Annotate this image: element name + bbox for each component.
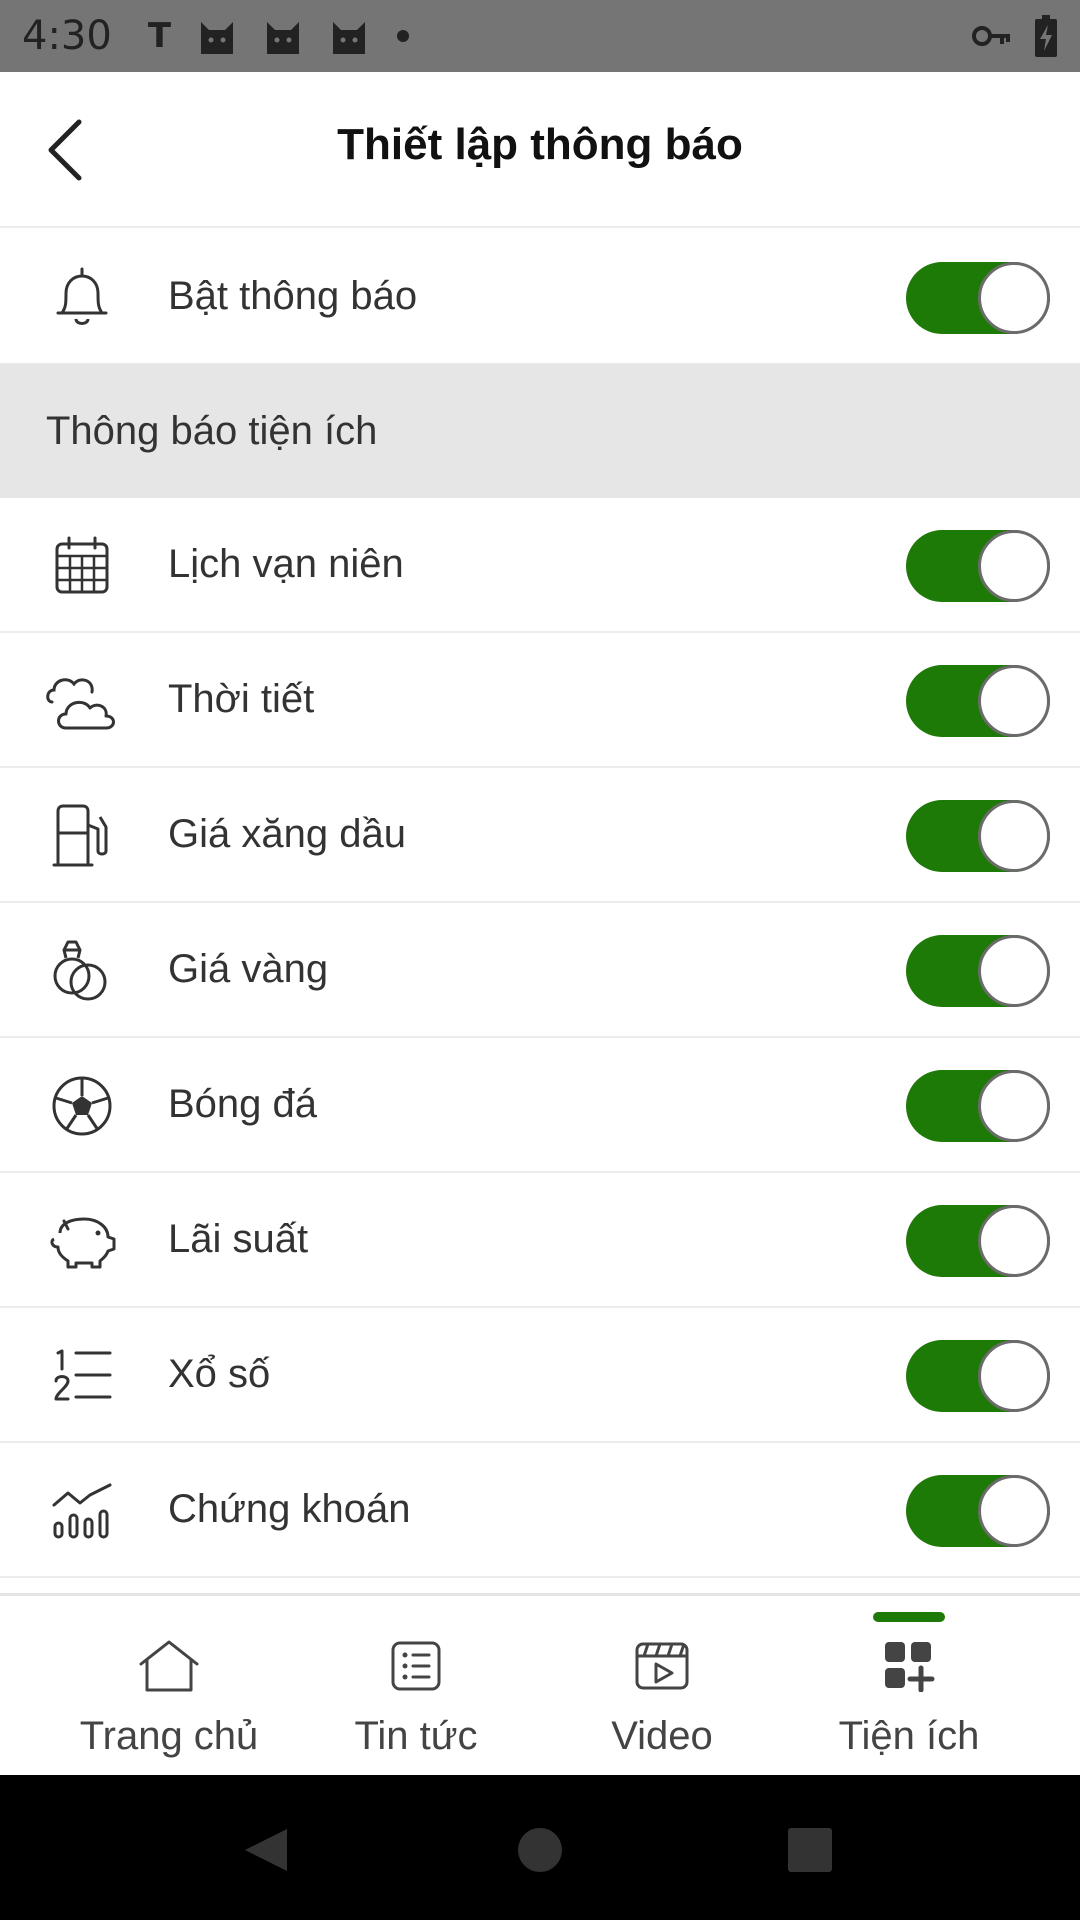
cat-icon bbox=[333, 22, 366, 54]
row-label: Giá vàng bbox=[168, 947, 329, 991]
row-enable-notifications[interactable]: Bật thông báo bbox=[0, 230, 1080, 365]
nav-home[interactable]: Trang chủ bbox=[46, 1596, 292, 1776]
row-label: Lịch vạn niên bbox=[168, 542, 404, 586]
calendar-icon bbox=[44, 532, 120, 600]
status-icons-left: T bbox=[148, 16, 411, 56]
soccer-ball-icon bbox=[44, 1072, 120, 1140]
circle-home-icon bbox=[518, 1828, 562, 1872]
triangle-back-icon bbox=[245, 1829, 287, 1871]
toggle-knob bbox=[978, 665, 1050, 737]
row-lai-suat[interactable]: Lãi suất bbox=[0, 1173, 1080, 1308]
nav-label: Tin tức bbox=[354, 1714, 478, 1758]
row-label: Xổ số bbox=[168, 1352, 271, 1396]
row-label: Bật thông báo bbox=[168, 274, 418, 318]
row-gia-vang[interactable]: Giá vàng bbox=[0, 903, 1080, 1038]
status-bar: 4:30 T bbox=[0, 0, 1080, 72]
section-header: Thông báo tiện ích bbox=[0, 364, 1080, 498]
bottom-nav: Trang chủ Tin tức Video Tiện ích bbox=[0, 1593, 1080, 1775]
dot-icon bbox=[397, 30, 410, 42]
row-lich-van-nien[interactable]: Lịch vạn niên bbox=[0, 498, 1080, 633]
row-label: Lãi suất bbox=[168, 1217, 309, 1261]
toggle-knob bbox=[978, 1070, 1050, 1142]
nav-label: Trang chủ bbox=[79, 1714, 259, 1758]
system-back-button[interactable] bbox=[236, 1820, 296, 1880]
row-chung-khoan[interactable]: Chứng khoán bbox=[0, 1443, 1080, 1578]
row-xo-so[interactable]: Xổ số bbox=[0, 1308, 1080, 1443]
cloud-icon bbox=[44, 667, 120, 735]
chung-khoan-toggle[interactable] bbox=[906, 1475, 1050, 1547]
app-header: Thiết lập thông báo bbox=[0, 72, 1080, 228]
stock-chart-icon bbox=[44, 1477, 120, 1545]
bong-da-toggle[interactable] bbox=[906, 1070, 1050, 1142]
section-title: Thông báo tiện ích bbox=[46, 409, 378, 453]
key-icon bbox=[972, 26, 1010, 46]
lai-suat-toggle[interactable] bbox=[906, 1205, 1050, 1277]
toggle-knob bbox=[978, 800, 1050, 872]
numbered-list-icon bbox=[44, 1342, 120, 1410]
row-label: Thời tiết bbox=[168, 677, 315, 721]
square-recents-icon bbox=[788, 1828, 832, 1872]
cat-icon bbox=[201, 22, 234, 54]
video-clapper-icon bbox=[539, 1636, 785, 1696]
nav-news[interactable]: Tin tức bbox=[293, 1596, 539, 1776]
thoi-tiet-toggle[interactable] bbox=[906, 665, 1050, 737]
gia-xang-dau-toggle[interactable] bbox=[906, 800, 1050, 872]
system-recents-button[interactable] bbox=[780, 1820, 840, 1880]
home-icon bbox=[46, 1636, 292, 1696]
row-label: Chứng khoán bbox=[168, 1487, 411, 1531]
grid-plus-icon bbox=[786, 1636, 1032, 1696]
system-nav-bar bbox=[0, 1775, 1080, 1920]
gia-vang-toggle[interactable] bbox=[906, 935, 1050, 1007]
row-thoi-tiet[interactable]: Thời tiết bbox=[0, 633, 1080, 768]
row-bong-da[interactable]: Bóng đá bbox=[0, 1038, 1080, 1173]
toggle-knob bbox=[978, 530, 1050, 602]
system-home-button[interactable] bbox=[510, 1820, 570, 1880]
row-label: Bóng đá bbox=[168, 1082, 318, 1126]
bell-icon bbox=[44, 264, 120, 332]
fuel-pump-icon bbox=[44, 802, 120, 870]
page-title: Thiết lập thông báo bbox=[337, 120, 743, 169]
news-list-icon bbox=[293, 1636, 539, 1696]
lich-van-nien-toggle[interactable] bbox=[906, 530, 1050, 602]
nav-utilities[interactable]: Tiện ích bbox=[786, 1596, 1032, 1776]
rings-icon bbox=[44, 937, 120, 1005]
status-icons-right bbox=[972, 15, 1058, 57]
row-label: Giá xăng dầu bbox=[168, 812, 406, 856]
toggle-knob bbox=[978, 262, 1050, 334]
enable-notifications-toggle[interactable] bbox=[906, 262, 1050, 334]
battery-charging-icon bbox=[1035, 15, 1057, 57]
piggy-bank-icon bbox=[44, 1207, 120, 1275]
toggle-knob bbox=[978, 1340, 1050, 1412]
nav-video[interactable]: Video bbox=[539, 1596, 785, 1776]
row-gia-xang-dau[interactable]: Giá xăng dầu bbox=[0, 768, 1080, 903]
status-time: 4:30 bbox=[22, 13, 112, 59]
toggle-knob bbox=[978, 935, 1050, 1007]
nav-label: Video bbox=[611, 1714, 713, 1758]
t-icon: T bbox=[147, 16, 172, 56]
cat-icon bbox=[267, 22, 300, 54]
toggle-knob bbox=[978, 1205, 1050, 1277]
toggle-knob bbox=[978, 1475, 1050, 1547]
xo-so-toggle[interactable] bbox=[906, 1340, 1050, 1412]
nav-label: Tiện ích bbox=[838, 1714, 980, 1758]
